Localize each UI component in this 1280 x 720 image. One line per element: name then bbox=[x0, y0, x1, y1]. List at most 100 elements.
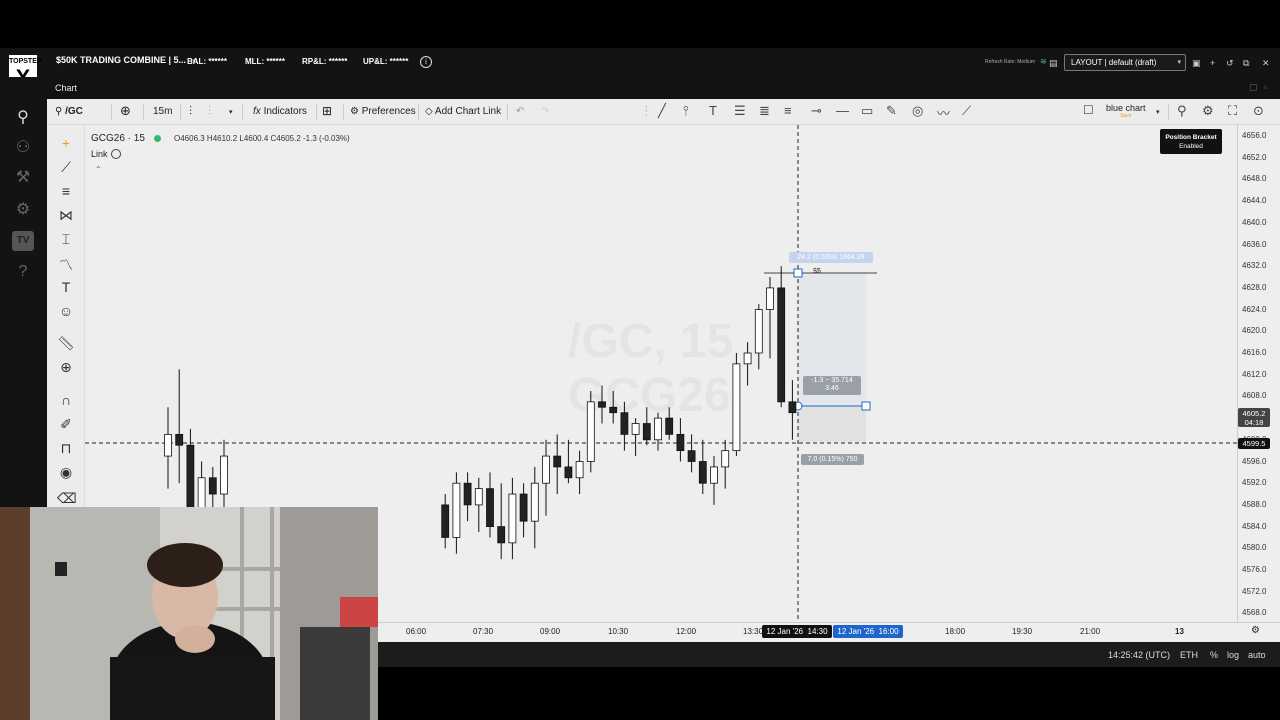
price-tick: 4640.0 bbox=[1242, 217, 1267, 227]
candle-body bbox=[631, 423, 640, 435]
tp-distance-label: 24.2 (0.53%) 1664.28 bbox=[789, 252, 873, 263]
candle[interactable] bbox=[687, 434, 696, 473]
candle[interactable] bbox=[441, 494, 450, 549]
price-tick: 4636.0 bbox=[1242, 239, 1267, 249]
magnet-icon[interactable]: ∩ bbox=[57, 392, 75, 408]
candle[interactable] bbox=[732, 353, 741, 457]
candle[interactable] bbox=[766, 277, 774, 359]
candle[interactable] bbox=[452, 472, 461, 554]
candle[interactable] bbox=[654, 412, 662, 451]
price-tick: 4624.0 bbox=[1242, 304, 1267, 314]
candle-body bbox=[564, 466, 573, 479]
candle-body bbox=[654, 417, 662, 441]
candle-body bbox=[508, 493, 517, 544]
candle[interactable] bbox=[676, 418, 685, 462]
candle-body bbox=[530, 482, 539, 522]
pencil-lock-icon[interactable]: ✐ bbox=[57, 416, 75, 433]
candle-body bbox=[452, 482, 461, 538]
candle[interactable] bbox=[586, 390, 595, 473]
log-toggle[interactable]: log bbox=[1227, 650, 1239, 660]
candle-body bbox=[777, 287, 786, 403]
settings-icon[interactable]: ⚙ bbox=[1251, 625, 1260, 636]
emoji-icon[interactable]: ☺ bbox=[57, 303, 75, 319]
candle-body bbox=[721, 450, 730, 468]
time-tick: 13:30 bbox=[743, 627, 764, 636]
time-tick: 06:00 bbox=[406, 627, 427, 636]
candle[interactable] bbox=[164, 407, 172, 489]
link-toggle[interactable] bbox=[111, 149, 121, 159]
candle[interactable] bbox=[220, 439, 228, 511]
price-tick: 4656.0 bbox=[1242, 131, 1267, 140]
position-bracket-badge[interactable]: Position Bracket Enabled bbox=[1160, 129, 1222, 154]
session-toggle[interactable]: ETH bbox=[1180, 650, 1198, 660]
price-tick: 4620.0 bbox=[1242, 326, 1267, 336]
candle-body bbox=[486, 488, 494, 527]
candle[interactable] bbox=[575, 450, 584, 495]
last-price-tag: 4605.2 04:18 bbox=[1238, 408, 1270, 427]
candle[interactable] bbox=[497, 483, 506, 560]
candle[interactable] bbox=[609, 390, 618, 424]
fib-retracement-icon[interactable]: ≡ bbox=[57, 183, 75, 199]
price-tick: 4652.0 bbox=[1242, 152, 1267, 162]
price-tick: 4648.0 bbox=[1242, 174, 1267, 184]
wave-icon[interactable]: 〽 bbox=[57, 255, 75, 275]
chevron-up-icon[interactable]: ⌃ bbox=[95, 165, 102, 174]
candle[interactable] bbox=[474, 477, 483, 533]
tp-tag: $$ bbox=[813, 268, 821, 275]
entry-label: -1.3 − 35.714 3.46 bbox=[803, 376, 861, 395]
candle[interactable] bbox=[665, 407, 674, 440]
auto-toggle[interactable]: auto bbox=[1248, 650, 1266, 660]
crosshair-icon[interactable]: + bbox=[57, 135, 75, 151]
candle[interactable] bbox=[754, 304, 763, 370]
candle[interactable] bbox=[710, 456, 718, 505]
pattern-icon[interactable]: ⋈ bbox=[57, 207, 75, 224]
time-tick: 18:00 bbox=[945, 627, 966, 636]
candle[interactable] bbox=[530, 466, 539, 549]
candle[interactable] bbox=[721, 439, 730, 489]
candle[interactable] bbox=[788, 380, 797, 440]
candle[interactable] bbox=[519, 483, 528, 538]
time-tick: 12:00 bbox=[676, 627, 697, 636]
candle[interactable] bbox=[598, 385, 606, 424]
lock-icon[interactable]: ⊓ bbox=[57, 440, 75, 457]
bar-countdown: 04:18 bbox=[1244, 418, 1264, 427]
candle[interactable] bbox=[486, 472, 494, 538]
candle[interactable] bbox=[542, 439, 550, 516]
clock[interactable]: 14:25:42 (UTC) bbox=[1108, 650, 1170, 660]
trash-icon[interactable]: ⌫ bbox=[57, 490, 77, 507]
candle[interactable] bbox=[564, 439, 573, 484]
time-tick: 13 bbox=[1175, 627, 1184, 636]
candle-body bbox=[609, 406, 618, 414]
candle[interactable] bbox=[508, 477, 517, 560]
candle[interactable] bbox=[463, 472, 472, 522]
loss-zone bbox=[798, 406, 866, 442]
candle[interactable] bbox=[631, 418, 640, 457]
price-tick: 4580.0 bbox=[1242, 543, 1267, 553]
line-icon[interactable]: ⟋ bbox=[57, 159, 75, 176]
text-icon[interactable]: T bbox=[57, 279, 75, 295]
entry-handle-right[interactable] bbox=[861, 401, 871, 411]
price-tick: 4628.0 bbox=[1242, 282, 1267, 292]
price-tick: 4644.0 bbox=[1242, 196, 1267, 206]
candle[interactable] bbox=[698, 439, 707, 495]
candle-body bbox=[208, 477, 217, 495]
candle-body bbox=[710, 466, 718, 484]
percent-toggle[interactable]: % bbox=[1210, 650, 1218, 660]
zoom-in-icon[interactable]: ⊕ bbox=[57, 359, 75, 376]
ruler-icon[interactable]: 📏︎ bbox=[57, 335, 75, 352]
price-tick: 4596.0 bbox=[1242, 456, 1267, 466]
prediction-icon[interactable]: ⌶ bbox=[57, 231, 75, 248]
price-tick: 4572.0 bbox=[1242, 586, 1267, 596]
candle-body bbox=[220, 455, 228, 495]
candle[interactable] bbox=[743, 342, 752, 386]
price-tick: 4632.0 bbox=[1242, 261, 1267, 271]
tp-handle[interactable] bbox=[793, 268, 803, 278]
candle[interactable] bbox=[175, 369, 184, 484]
candle-body bbox=[732, 363, 741, 452]
position-bracket-title: Position Bracket bbox=[1165, 134, 1217, 141]
last-price: 4605.2 bbox=[1242, 409, 1266, 418]
candle[interactable] bbox=[642, 407, 651, 446]
eye-icon[interactable]: ◉ bbox=[57, 464, 75, 481]
candle-body bbox=[586, 401, 595, 462]
candle[interactable] bbox=[777, 266, 786, 408]
